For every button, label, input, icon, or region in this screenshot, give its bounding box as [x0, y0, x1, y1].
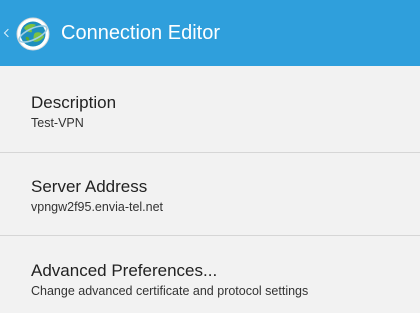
preference-list: Description Test-VPN Server Address vpng…: [0, 66, 420, 313]
pref-item-server-address[interactable]: Server Address vpngw2f95.envia-tel.net: [0, 153, 420, 236]
pref-item-description[interactable]: Description Test-VPN: [0, 66, 420, 153]
pref-title-server-address: Server Address: [31, 177, 148, 196]
action-bar: Connection Editor: [0, 0, 420, 66]
pref-summary-server-address: vpngw2f95.envia-tel.net: [31, 200, 164, 214]
pref-title-description: Description: [31, 93, 117, 112]
pref-item-advanced-preferences[interactable]: Advanced Preferences... Change advanced …: [0, 236, 420, 313]
screen-title: Connection Editor: [61, 22, 220, 44]
pref-summary-advanced-preferences: Change advanced certificate and protocol…: [31, 284, 309, 298]
chevron-left-icon[interactable]: [3, 28, 13, 38]
connection-editor-screen: Connection Editor Description Test-VPN S…: [0, 0, 420, 313]
pref-summary-description: Test-VPN: [31, 116, 84, 130]
pref-title-advanced-preferences: Advanced Preferences...: [31, 261, 218, 280]
anyconnect-globe-icon[interactable]: [16, 17, 50, 51]
